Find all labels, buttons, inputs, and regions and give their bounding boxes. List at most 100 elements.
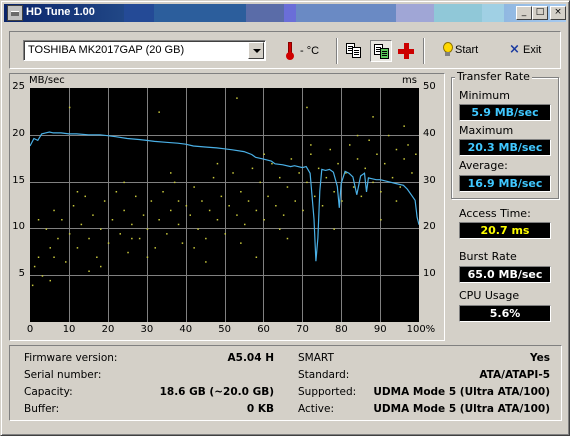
access-time-point: [380, 219, 382, 221]
burst-rate-value: 65.0 MB/sec: [459, 266, 551, 283]
burst-rate-label: Burst Rate: [459, 250, 517, 263]
access-time-point: [33, 265, 36, 268]
capacity-label: Capacity:: [24, 386, 73, 398]
y-axis-unit: MB/sec: [29, 75, 65, 86]
start-button[interactable]: Start: [455, 44, 478, 56]
access-time-point: [259, 181, 261, 184]
access-time-point: [208, 209, 211, 212]
x-tick-label: 40: [179, 324, 193, 335]
access-time-point: [372, 116, 374, 118]
access-time-point: [368, 139, 370, 141]
access-time-point: [197, 228, 199, 230]
access-time-point: [76, 191, 79, 193]
transfer-rate-title: Transfer Rate: [455, 70, 532, 83]
access-time-point: [100, 265, 102, 268]
access-time-point: [360, 195, 363, 198]
copy-button[interactable]: [343, 40, 365, 62]
access-time-point: [251, 167, 254, 170]
access-time-point: [306, 181, 308, 184]
access-time-point: [271, 162, 273, 165]
access-time-point: [352, 186, 355, 188]
access-time-point: [170, 172, 172, 174]
y-tick-label: 10: [12, 221, 25, 233]
access-time-point: [325, 176, 328, 179]
maximize-button[interactable]: □: [532, 6, 548, 20]
x-tick-label: 0: [26, 324, 34, 335]
access-time-point: [92, 214, 94, 216]
access-time-point: [158, 111, 160, 113]
access-time-point: [76, 247, 79, 249]
access-time-point: [317, 167, 320, 170]
x-tick-label: 90: [373, 324, 387, 335]
access-time-point: [403, 158, 405, 160]
access-time-point: [247, 200, 250, 202]
access-time-point: [364, 167, 366, 170]
access-time-point: [65, 261, 67, 263]
access-time-point: [415, 153, 417, 155]
title-bar[interactable]: HD Tune 1.00 _ □ ×: [4, 4, 566, 22]
access-time-point: [372, 181, 374, 184]
access-time-point: [72, 205, 75, 207]
access-time-point: [356, 158, 359, 160]
access-time-point: [193, 247, 195, 249]
access-time-point: [376, 153, 378, 155]
access-time-point: [306, 106, 308, 109]
access-time-point: [391, 176, 394, 179]
minimize-button[interactable]: _: [516, 6, 532, 20]
access-time-point: [290, 158, 293, 160]
toolbar: TOSHIBA MK2017GAP (20 GB) - °C Start × E…: [9, 31, 561, 69]
access-time-value: 20.7 ms: [459, 222, 551, 239]
access-time-point: [310, 153, 312, 155]
standard-label: Standard:: [298, 369, 350, 381]
access-time-point: [37, 256, 40, 258]
access-time-point: [279, 176, 281, 179]
x-tick-label: 60: [257, 324, 270, 335]
y2-tick-label: 10: [423, 268, 436, 280]
access-time-point: [411, 172, 413, 174]
access-time-point: [407, 144, 409, 146]
access-time-point: [263, 219, 265, 221]
y2-tick-label: 30: [423, 174, 436, 186]
access-time-point: [96, 256, 98, 258]
exit-button[interactable]: Exit: [523, 44, 541, 56]
toolbar-separator: [423, 38, 425, 64]
access-time-point: [279, 228, 281, 230]
access-time-point: [201, 200, 203, 202]
access-time-point: [177, 223, 180, 226]
access-time-point: [49, 279, 51, 282]
access-time-point: [286, 237, 289, 240]
drive-select[interactable]: TOSHIBA MK2017GAP (20 GB): [23, 40, 266, 61]
dropdown-arrow-icon[interactable]: [248, 42, 264, 59]
close-button[interactable]: ×: [550, 6, 566, 20]
health-button[interactable]: [395, 40, 417, 62]
y2-tick-label: 40: [423, 127, 436, 139]
access-time-point: [349, 144, 351, 146]
y-tick-label: 5: [18, 268, 25, 280]
access-time-point: [123, 209, 125, 212]
access-time-point: [263, 153, 265, 155]
x-tick-label: 50: [218, 324, 232, 335]
minimum-value: 5.9 MB/sec: [459, 104, 551, 121]
x-tick-label: 70: [296, 324, 309, 335]
access-time-point: [236, 214, 238, 216]
exit-x-icon[interactable]: ×: [508, 43, 521, 56]
access-time-point: [111, 219, 114, 221]
access-time-point: [205, 261, 207, 263]
access-time-point: [228, 205, 230, 207]
access-time-point: [232, 172, 234, 174]
cpu-usage-label: CPU Usage: [459, 289, 520, 302]
access-time-point: [298, 172, 300, 174]
access-time-point: [138, 237, 141, 240]
copy-all-button[interactable]: [370, 40, 392, 62]
access-time-point: [119, 233, 121, 235]
bulb-icon[interactable]: [442, 42, 453, 58]
access-time-point: [216, 219, 219, 221]
supported-label: Supported:: [298, 386, 357, 398]
access-time-point: [337, 162, 339, 165]
smart-label: SMART: [298, 352, 334, 364]
access-time-point: [107, 242, 110, 244]
access-time-point: [384, 162, 386, 165]
access-time-point: [41, 275, 44, 277]
x-tick-label: 10: [62, 324, 76, 335]
access-time-point: [275, 205, 277, 207]
